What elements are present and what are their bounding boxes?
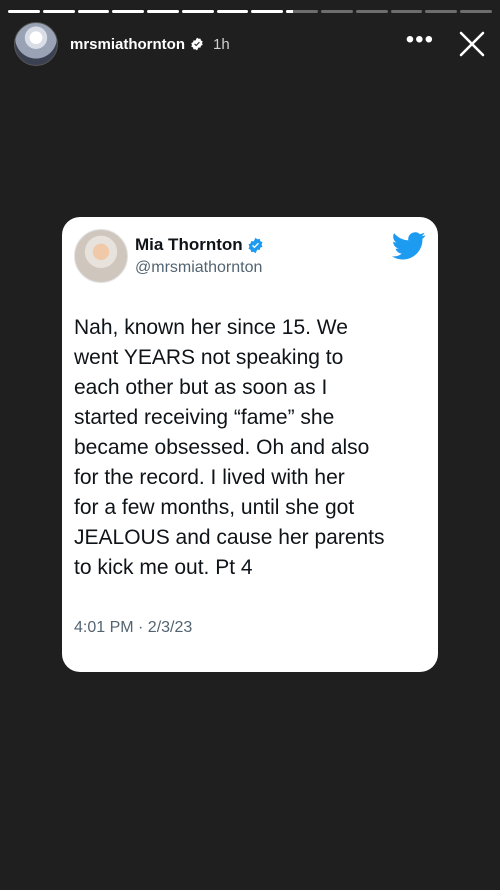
progress-segment — [216, 10, 249, 13]
progress-segment — [147, 10, 179, 13]
progress-segment-fill — [251, 10, 284, 13]
progress-segment-fill — [147, 10, 179, 13]
progress-segment-fill — [286, 10, 293, 13]
tweet-timestamp: 4:01 PM · 2/3/23 — [74, 619, 193, 636]
more-options-icon[interactable]: ••• — [406, 28, 434, 52]
verified-badge-icon — [190, 37, 204, 51]
profile-avatar[interactable] — [14, 22, 58, 66]
progress-segment — [321, 10, 353, 13]
progress-segment — [42, 10, 75, 13]
progress-segment-fill — [77, 10, 110, 13]
progress-segment-fill — [216, 10, 249, 13]
progress-segment — [425, 10, 458, 13]
progress-segment-fill — [181, 10, 214, 13]
tweet-card: Mia Thornton @mrsmiathornton Nah, known … — [62, 217, 438, 672]
close-icon[interactable] — [458, 30, 486, 58]
progress-segment — [390, 10, 423, 13]
progress-segment-fill — [42, 10, 75, 13]
progress-segment-fill — [112, 10, 145, 13]
story-time-ago: 1h — [213, 35, 230, 53]
tweet-handle: @mrsmiathornton — [135, 259, 263, 276]
tweet-author-avatar — [74, 229, 128, 283]
tweet-display-name-row: Mia Thornton — [135, 235, 264, 255]
progress-segment — [8, 10, 40, 13]
tweet-body-text: Nah, known her since 15. We went YEARS n… — [74, 316, 385, 579]
progress-segment — [251, 10, 284, 13]
twitter-bird-icon — [392, 232, 426, 260]
progress-segment — [77, 10, 110, 13]
verified-badge-icon — [247, 237, 264, 254]
story-progress-bar — [8, 10, 492, 13]
story-username[interactable]: mrsmiathornton — [70, 36, 185, 53]
progress-segment — [460, 10, 492, 13]
tweet-display-name: Mia Thornton — [135, 235, 243, 254]
story-header: mrsmiathornton 1h ••• — [14, 22, 486, 66]
progress-segment — [286, 10, 319, 13]
progress-segment-fill — [8, 10, 40, 13]
progress-segment — [355, 10, 388, 13]
progress-segment — [181, 10, 214, 13]
progress-segment — [112, 10, 145, 13]
